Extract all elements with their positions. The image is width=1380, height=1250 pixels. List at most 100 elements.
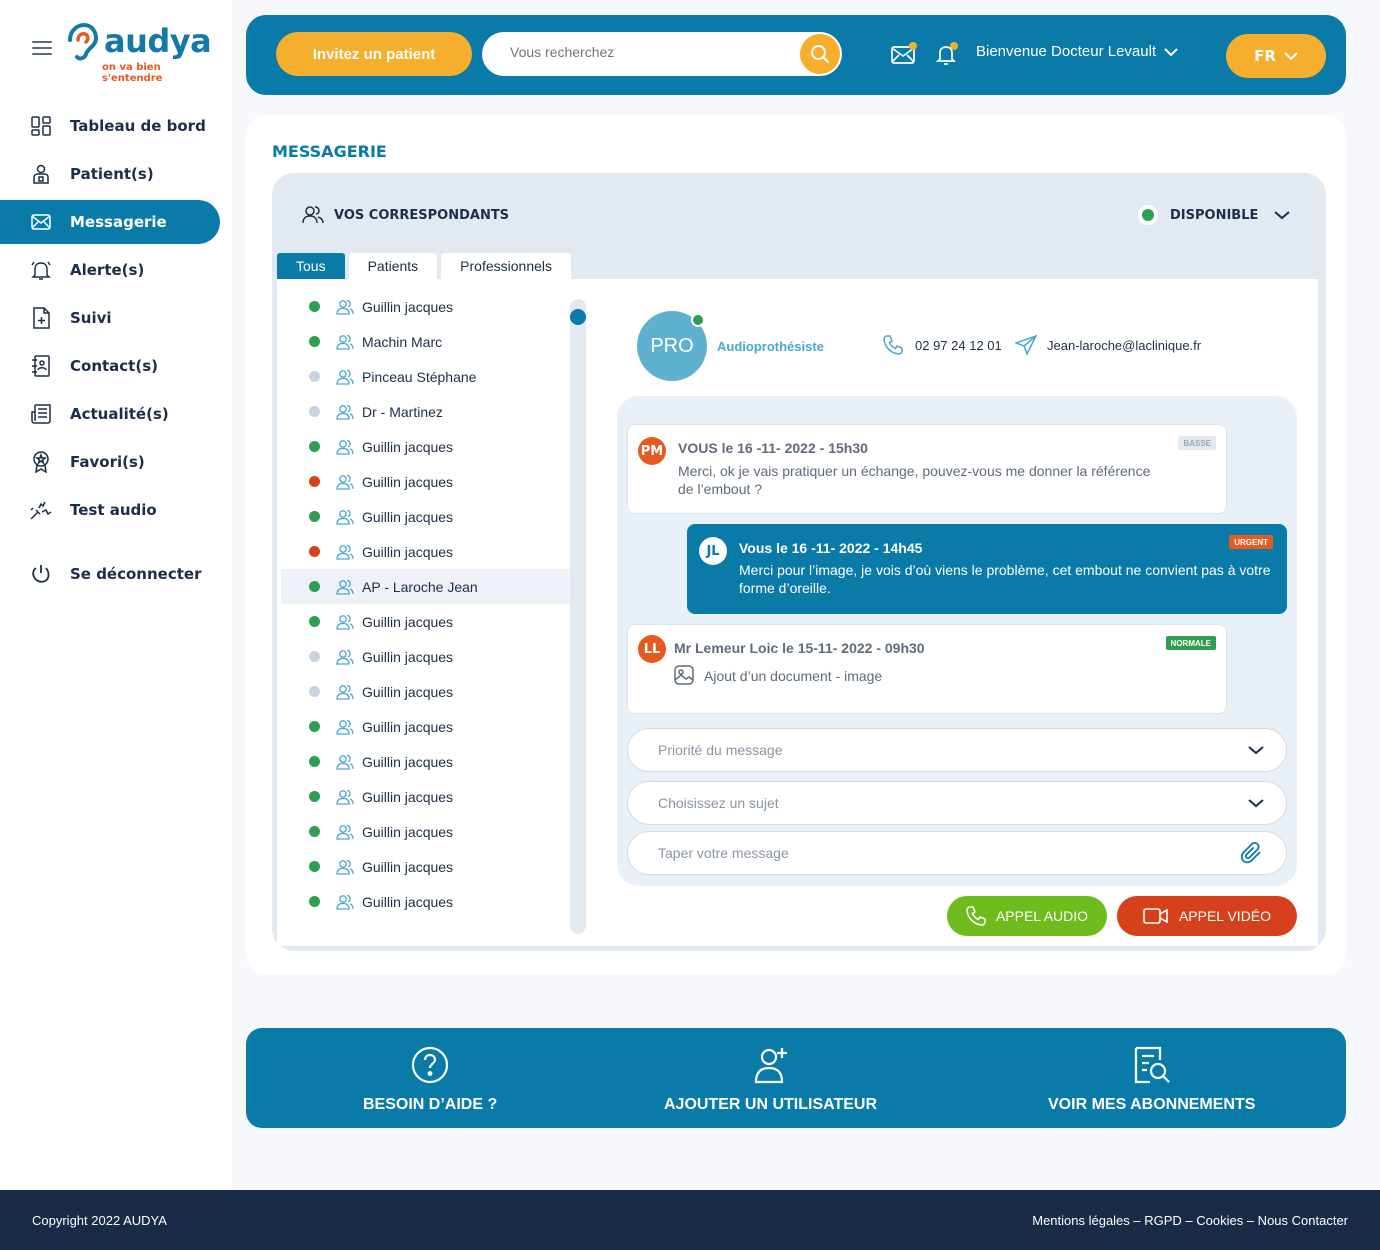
contact-item[interactable]: Guillin jacques [281,289,571,324]
footer: Copyright 2022 AUDYA Mentions légales – … [0,1190,1380,1250]
priority-select[interactable]: Priorité du message [627,728,1287,772]
sidebar-item-test-audio[interactable]: Test audio [0,488,220,532]
alerts-bell-icon[interactable] [934,41,962,69]
contact-name: Guillin jacques [362,718,454,735]
contact-item[interactable]: Machin Marc [281,324,571,359]
users-icon [336,859,354,875]
messages-notification-icon[interactable] [890,41,918,69]
logout-button[interactable]: Se déconnecter [0,552,220,596]
message-bubble[interactable]: JL Vous le 16 -11- 2022 - 14h45 Merci po… [687,524,1287,614]
audya-logo[interactable]: audya on va bien s'entendre [64,20,214,84]
video-call-button[interactable]: APPEL VIDÉO [1117,896,1297,936]
sidebar-item-messagerie[interactable]: Messagerie [0,200,220,244]
contact-item[interactable]: Guillin jacques [281,779,571,814]
contact-item[interactable]: Guillin jacques [281,674,571,709]
contact-item[interactable]: Guillin jacques [281,639,571,674]
contact-item[interactable]: Guillin jacques [281,499,571,534]
contacts-book-icon [30,355,52,377]
contact-list-scrollbar[interactable] [570,299,586,934]
availability-selector[interactable]: DISPONIBLE [1138,205,1291,225]
contact-item[interactable]: Guillin jacques [281,849,571,884]
status-dot [309,721,320,732]
status-dot [309,686,320,697]
conversation-header: PRO Audioprothésiste 02 97 24 12 01 Jean… [637,311,1297,381]
contact-item[interactable]: AP - Laroche Jean [281,569,571,604]
copyright: Copyright 2022 AUDYA [32,1213,167,1228]
chevron-down-icon [1164,47,1178,56]
sidebar-item-dashboard[interactable]: Tableau de bord [0,104,220,148]
mail-icon [30,211,52,233]
sidebar-item-actualites[interactable]: Actualité(s) [0,392,220,436]
contact-item[interactable]: Guillin jacques [281,709,571,744]
add-user-icon [754,1048,787,1084]
contact-email[interactable]: Jean-laroche@laclinique.fr [1015,335,1201,355]
attachment-icon[interactable] [1240,841,1264,865]
contact-name: AP - Laroche Jean [362,578,478,595]
user-menu[interactable]: Bienvenue Docteur Levault [976,43,1178,60]
scrollbar-thumb[interactable] [570,309,586,325]
contact-item[interactable]: Guillin jacques [281,534,571,569]
sidebar-item-label: Messagerie [70,213,167,231]
message-header: Vous le 16 -11- 2022 - 14h45 [739,540,923,556]
contact-name: Guillin jacques [362,893,454,910]
contact-item[interactable]: Guillin jacques [281,604,571,639]
contact-phone[interactable]: 02 97 24 12 01 [883,335,1002,355]
audio-test-icon [30,499,52,521]
legal-links[interactable]: Mentions légales – RGPD – Cookies – Nous… [1032,1213,1348,1228]
phone-icon [883,335,903,355]
message-bubble[interactable]: LL Mr Lemeur Loic le 15-11- 2022 - 09h30… [627,624,1227,714]
users-icon [336,719,354,735]
sidebar-item-label: Contact(s) [70,357,158,375]
users-icon [336,684,354,700]
users-icon [336,369,354,385]
add-user-button[interactable]: AJOUTER UN UTILISATEUR [664,1046,877,1114]
audio-call-button[interactable]: APPEL AUDIO [947,896,1107,936]
phone-number: 02 97 24 12 01 [915,337,1002,353]
top-header: Invitez un patient Bienvenue Docteur Lev… [246,15,1346,95]
status-dot [309,826,320,837]
subscriptions-button[interactable]: VOIR MES ABONNEMENTS [1048,1046,1255,1114]
contact-name: Guillin jacques [362,753,454,770]
users-icon [336,789,354,805]
sidebar-item-patients[interactable]: Patient(s) [0,152,220,196]
tab-tous[interactable]: Tous [277,253,345,279]
contact-item[interactable]: Guillin jacques [281,744,571,779]
contact-item[interactable]: Dr - Martinez [281,394,571,429]
sidebar-item-suivi[interactable]: Suivi [0,296,220,340]
users-icon [336,824,354,840]
tab-professionnels[interactable]: Professionnels [441,253,571,279]
contact-name: Pinceau Stéphane [362,368,477,385]
help-button[interactable]: BESOIN D’AIDE ? [363,1046,497,1114]
status-dot [309,406,320,417]
search-input[interactable] [510,44,780,60]
hamburger-menu-icon[interactable] [32,41,52,55]
message-bubble[interactable]: PM VOUS le 16 -11- 2022 - 15h30 Merci, o… [627,424,1227,514]
contact-item[interactable]: Guillin jacques [281,884,571,919]
language-selector[interactable]: FR [1226,34,1326,78]
help-circle-icon [412,1046,449,1084]
sidebar-item-contacts[interactable]: Contact(s) [0,344,220,388]
message-input[interactable]: Taper votre message [627,831,1287,875]
contact-name: Guillin jacques [362,823,454,840]
sidebar-item-alertes[interactable]: Alerte(s) [0,248,220,292]
message-body: Merci, ok je vais pratiquer un échange, … [678,463,1151,497]
contact-item[interactable]: Pinceau Stéphane [281,359,571,394]
subject-select[interactable]: Choisissez un sujet [627,781,1287,825]
contact-item[interactable]: Guillin jacques [281,429,571,464]
search-button[interactable] [800,34,840,74]
status-dot [309,581,320,592]
contact-item[interactable]: Guillin jacques [281,464,571,499]
news-icon [30,403,52,425]
tab-patients[interactable]: Patients [348,253,438,279]
document-add-icon [30,307,52,329]
contact-name: Machin Marc [362,333,443,350]
sidebar-item-label: Test audio [70,501,157,519]
logo-tagline: on va bien s'entendre [102,62,163,84]
status-label: DISPONIBLE [1170,207,1259,223]
status-dot [309,651,320,662]
invite-patient-button[interactable]: Invitez un patient [276,32,472,76]
contact-item[interactable]: Guillin jacques [281,814,571,849]
sidebar-item-favoris[interactable]: Favori(s) [0,440,220,484]
priority-badge: URGENT [1229,535,1273,549]
contact-name: Dr - Martinez [362,403,443,420]
